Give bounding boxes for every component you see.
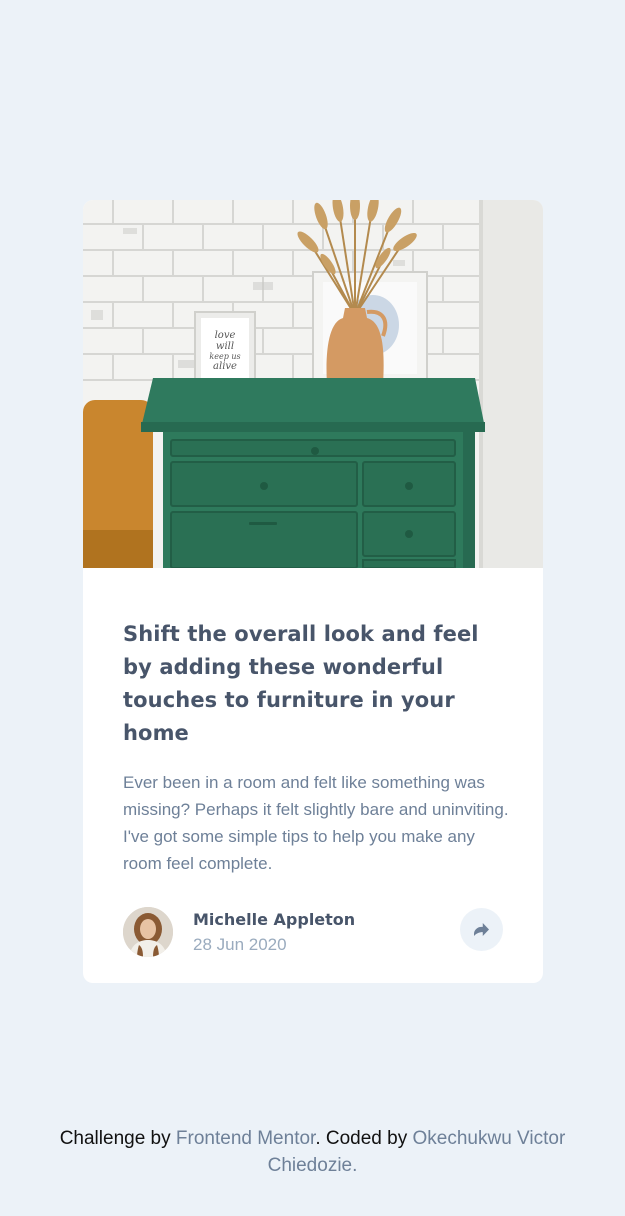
article-content: Shift the overall look and feel by addin… [123, 618, 513, 877]
attribution-prefix: Challenge by [59, 1128, 171, 1149]
avatar [123, 907, 173, 957]
svg-text:will: will [216, 341, 234, 352]
author-bar: Michelle Appleton 28 Jun 2020 [123, 907, 503, 959]
publish-date: 28 Jun 2020 [193, 935, 287, 954]
author-name: Michelle Appleton [193, 910, 356, 929]
share-icon [474, 923, 489, 936]
attribution-suffix: . [352, 1155, 358, 1176]
attribution-middle: . Coded by [315, 1128, 408, 1149]
share-button[interactable] [460, 908, 503, 951]
frontend-mentor-link[interactable]: Frontend Mentor [176, 1128, 315, 1149]
article-image: love will keep us alive [83, 200, 543, 568]
attribution: Challenge by Frontend Mentor. Coded by O… [30, 1125, 595, 1179]
svg-text:love: love [215, 330, 236, 341]
article-title[interactable]: Shift the overall look and feel by addin… [123, 618, 513, 750]
article-card: love will keep us alive Shift the overal… [83, 200, 543, 983]
article-description: Ever been in a room and felt like someth… [123, 773, 509, 873]
svg-text:alive: alive [213, 361, 237, 372]
svg-text:keep us: keep us [209, 352, 240, 361]
